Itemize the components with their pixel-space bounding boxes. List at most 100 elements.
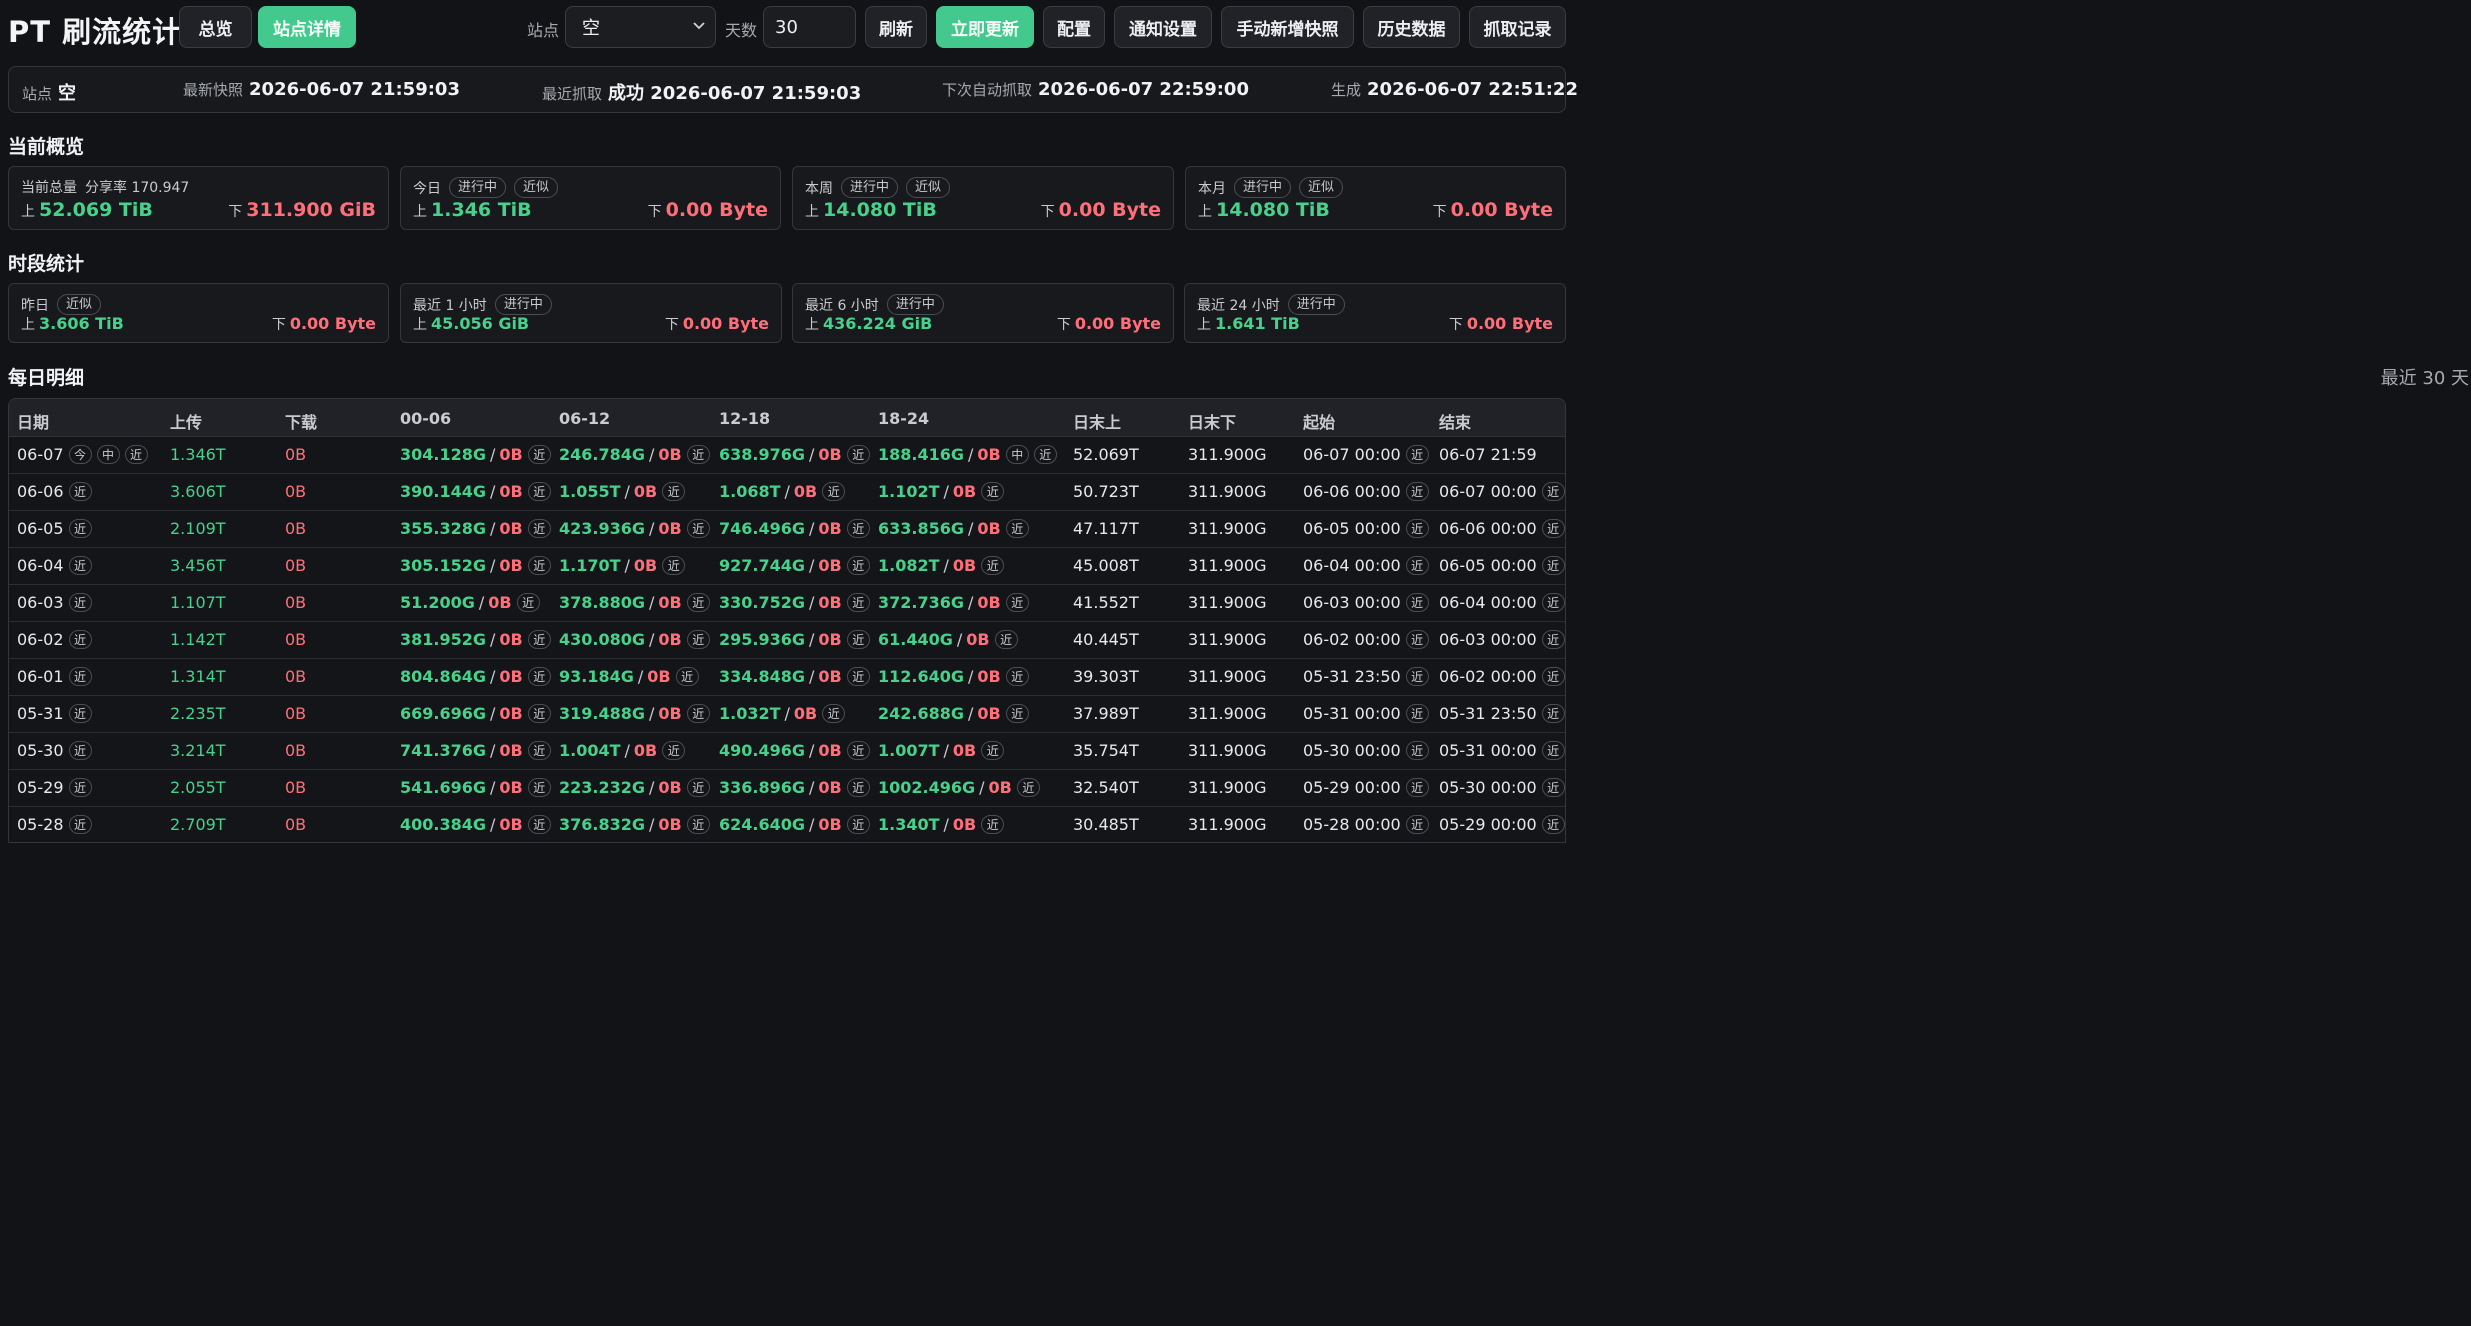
- cell-date: 05-29 近: [17, 778, 92, 797]
- cell-day-end-up: 40.445T: [1073, 630, 1139, 649]
- segment-upload: 246.784G: [559, 445, 646, 464]
- cell-00-06: 400.384G/0B 近: [400, 815, 551, 834]
- mark-badge: 近: [527, 815, 551, 834]
- cell-upload: 1.346T: [170, 445, 226, 464]
- cell-06-12: 1.055T/0B 近: [559, 482, 686, 501]
- segment-download: 0B: [658, 630, 682, 649]
- mark-badge: 近: [516, 593, 540, 612]
- cell-06-12: 246.784G/0B 近: [559, 445, 710, 464]
- mark-badge: 近: [822, 704, 846, 723]
- mark-badge: 近: [527, 630, 551, 649]
- cell-upload: 3.456T: [170, 556, 226, 575]
- cell-start: 05-30 00:00 近: [1303, 741, 1429, 760]
- cell-upload: 2.709T: [170, 815, 226, 834]
- cell-06-12: 378.880G/0B 近: [559, 593, 710, 612]
- mark-badge: 近: [124, 445, 148, 464]
- mark-badge: 近: [527, 556, 551, 575]
- refresh-button[interactable]: 刷新: [865, 6, 927, 48]
- cell-start: 05-31 23:50 近: [1303, 667, 1429, 686]
- mark-badge: 近: [981, 556, 1005, 575]
- site-select-label: 站点: [527, 21, 560, 40]
- info-last-fetch: 最近抓取 成功 2026-06-07 21:59:03: [542, 83, 862, 104]
- cell-day-end-up: 41.552T: [1073, 593, 1139, 612]
- cell-06-12: 223.232G/0B 近: [559, 778, 710, 797]
- cell-download: 0B: [285, 778, 307, 797]
- info-site: 站点空: [22, 83, 77, 104]
- mark-badge: 近: [686, 445, 710, 464]
- history-data-button[interactable]: 历史数据: [1363, 6, 1460, 48]
- cell-day-end-down: 311.900G: [1188, 519, 1267, 538]
- segment-download: 0B: [499, 630, 523, 649]
- daily-table: 日期 上传 下载 00-06 06-12 12-18 18-24 日末上 日末下 起始 结束 06-…: [8, 398, 1566, 843]
- config-button[interactable]: 配置: [1043, 6, 1105, 48]
- mark-badge: 近: [1541, 630, 1565, 649]
- segment-upload: 242.688G: [878, 704, 965, 723]
- site-detail-tab-button[interactable]: 站点详情: [258, 6, 356, 48]
- overview-tab-button[interactable]: 总览: [179, 6, 252, 48]
- mark-badge: 近: [1005, 667, 1029, 686]
- cell-end: 05-29 00:00 近: [1439, 815, 1565, 834]
- cell-download: 0B: [285, 556, 307, 575]
- mark-badge: 近: [1405, 630, 1429, 649]
- overview-section-title: 当前概览: [8, 136, 85, 158]
- mark-badge: 近: [1541, 815, 1565, 834]
- column-header: 18-24: [878, 409, 930, 428]
- cell-end: 06-02 00:00 近: [1439, 667, 1565, 686]
- mark-badge: 近: [1405, 519, 1429, 538]
- manual-snapshot-button[interactable]: 手动新增快照: [1221, 6, 1354, 48]
- mark-badge: 近: [1405, 778, 1429, 797]
- cell-00-06: 51.200G/0B 近: [400, 593, 540, 612]
- notify-settings-button[interactable]: 通知设置: [1114, 6, 1212, 48]
- mark-badge: 近: [527, 445, 551, 464]
- mark-badge: 近: [981, 482, 1005, 501]
- total-down: 下 311.900 GiB: [228, 199, 376, 221]
- mark-badge: 近: [846, 445, 870, 464]
- table-row: 05-31 近 2.235T 0B 669.696G/0B 近 319.488G/0B 近 1.…: [9, 696, 1565, 733]
- cell-upload: 2.055T: [170, 778, 226, 797]
- mark-badge: 近: [1541, 482, 1565, 501]
- segment-upload: 188.416G: [878, 445, 965, 464]
- mark-badge: 近: [1541, 556, 1565, 575]
- segment-download: 0B: [499, 519, 523, 538]
- card-week: 本周 进行中 近似 上 14.080 TiB 下 0.00 Byte: [792, 166, 1174, 230]
- cell-end: 06-07 00:00 近: [1439, 482, 1565, 501]
- column-header: 12-18: [719, 409, 771, 428]
- in-progress-badge: 进行中: [841, 177, 899, 198]
- segment-upload: 804.864G: [400, 667, 487, 686]
- segment-download: 0B: [793, 482, 818, 501]
- card-last-1h: 最近 1 小时 进行中 上 45.056 GiB 下 0.00 Byte: [400, 283, 782, 343]
- segment-download: 0B: [977, 704, 1001, 723]
- segment-download: 0B: [499, 741, 523, 760]
- cell-00-06: 669.696G/0B 近: [400, 704, 551, 723]
- days-input[interactable]: [763, 6, 856, 48]
- mark-badge: 近: [662, 482, 686, 501]
- segment-download: 0B: [793, 704, 818, 723]
- in-progress-badge: 进行中: [1287, 294, 1345, 315]
- cell-date: 06-03 近: [17, 593, 92, 612]
- update-now-button[interactable]: 立即更新: [936, 6, 1034, 48]
- segment-upload: 378.880G: [559, 593, 646, 612]
- table-row: 06-01 近 1.314T 0B 804.864G/0B 近 93.184G/0B 近 334…: [9, 659, 1565, 696]
- cell-end: 05-30 00:00 近: [1439, 778, 1565, 797]
- cell-upload: 2.109T: [170, 519, 226, 538]
- site-select[interactable]: 空: [565, 6, 716, 48]
- segment-download: 0B: [499, 556, 523, 575]
- cell-18-24: 372.736G/0B 近: [878, 593, 1029, 612]
- mark-badge: 近: [846, 519, 870, 538]
- fetch-log-button[interactable]: 抓取记录: [1469, 6, 1566, 48]
- cell-download: 0B: [285, 445, 307, 464]
- cell-date: 05-31 近: [17, 704, 92, 723]
- cell-date: 06-05 近: [17, 519, 92, 538]
- approx-badge: 近似: [514, 177, 559, 198]
- cell-end: 06-06 00:00 近: [1439, 519, 1565, 538]
- cell-start: 05-28 00:00 近: [1303, 815, 1429, 834]
- cell-day-end-up: 30.485T: [1073, 815, 1139, 834]
- cell-12-18: 295.936G/0B 近: [719, 630, 870, 649]
- mark-badge: 近: [1005, 519, 1029, 538]
- mark-badge: 近: [981, 741, 1005, 760]
- mark-badge: 近: [981, 815, 1005, 834]
- mark-badge: 近: [1016, 778, 1040, 797]
- in-progress-badge: 进行中: [494, 294, 552, 315]
- mark-badge: 近: [1541, 667, 1565, 686]
- cell-12-18: 490.496G/0B 近: [719, 741, 870, 760]
